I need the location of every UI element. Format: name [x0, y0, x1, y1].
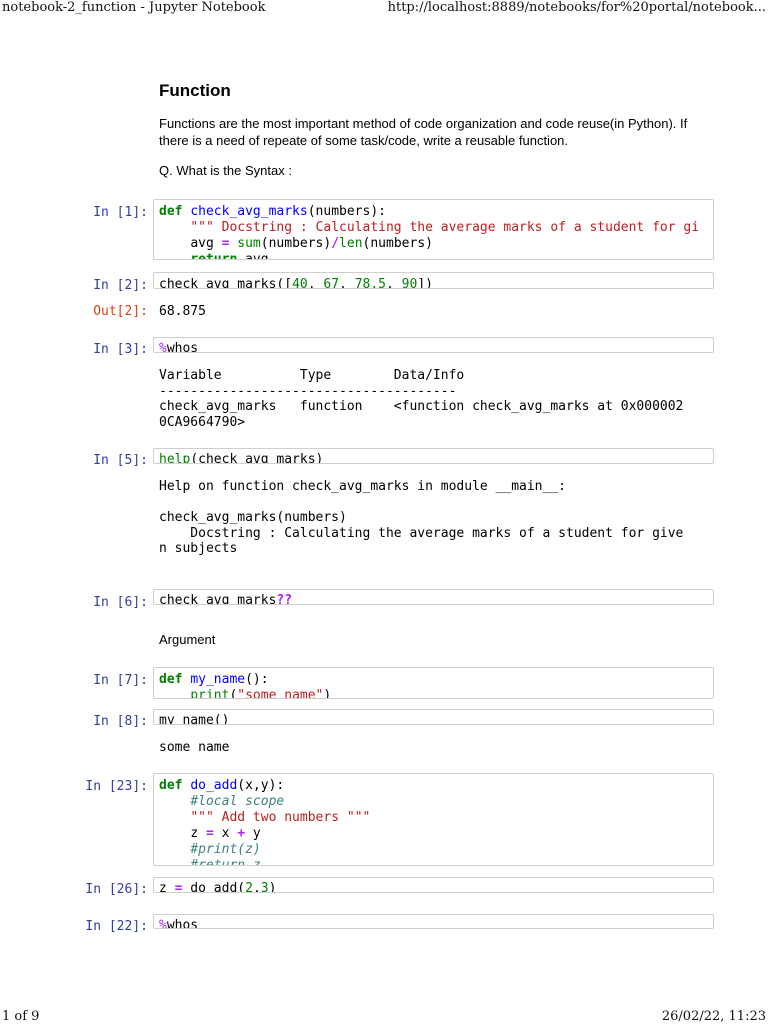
code-cell[interactable]: def check_avg_marks(numbers): """ Docstr… [153, 199, 714, 260]
input-prompt: In [5]: [93, 453, 148, 468]
code-editor[interactable]: z = do_add(2,3) [154, 878, 713, 892]
input-prompt: In [1]: [93, 205, 148, 220]
code-editor[interactable]: def my_name(): print("some name") [154, 668, 713, 698]
input-prompt: In [6]: [93, 595, 148, 610]
print-footer-datetime: 26/02/22, 11:23 [661, 1009, 766, 1024]
code-editor[interactable]: my_name() [154, 710, 713, 724]
code-editor[interactable]: def check_avg_marks(numbers): """ Docstr… [154, 200, 713, 259]
print-header-url: http://localhost:8889/notebooks/for%20po… [387, 0, 766, 15]
argument-heading: Argument [159, 632, 216, 647]
code-editor[interactable]: %whos [154, 915, 713, 928]
syntax-question: Q. What is the Syntax : [159, 163, 292, 178]
code-cell[interactable]: def do_add(x,y): #local scope """ Add tw… [153, 773, 714, 866]
code-editor[interactable]: help(check_avg_marks) [154, 449, 713, 463]
code-editor[interactable]: check_avg_marks([40, 67, 78.5, 90]) [154, 273, 713, 288]
code-editor[interactable]: check_avg_marks?? [154, 590, 713, 604]
cell-output: some name [159, 740, 230, 755]
input-prompt: In [22]: [85, 919, 148, 934]
code-cell[interactable]: help(check_avg_marks) [153, 448, 714, 464]
input-prompt: In [3]: [93, 342, 148, 357]
cell-output: 68.875 [159, 304, 206, 319]
intro-desc-line2: there is a need of repeate of some task/… [159, 133, 569, 148]
code-editor[interactable]: def do_add(x,y): #local scope """ Add tw… [154, 774, 713, 865]
print-header-title: notebook-2_function - Jupyter Notebook [2, 0, 266, 15]
code-cell[interactable]: z = do_add(2,3) [153, 877, 714, 893]
code-cell[interactable]: check_avg_marks([40, 67, 78.5, 90]) [153, 272, 714, 289]
input-prompt: In [8]: [93, 714, 148, 729]
code-cell[interactable]: %whos [153, 337, 714, 353]
print-footer-page: 1 of 9 [2, 1009, 40, 1024]
code-cell[interactable]: def my_name(): print("some name") [153, 667, 714, 699]
input-prompt: In [2]: [93, 278, 148, 293]
section-title: Function [159, 81, 231, 100]
input-prompt: In [26]: [85, 882, 148, 897]
code-editor[interactable]: %whos [154, 338, 713, 352]
code-cell[interactable]: check_avg_marks?? [153, 589, 714, 605]
intro-desc-line1: Functions are the most important method … [159, 116, 688, 131]
input-prompt: In [23]: [85, 779, 148, 794]
code-cell[interactable]: my_name() [153, 709, 714, 725]
input-prompt: In [7]: [93, 673, 148, 688]
output-prompt: Out[2]: [93, 304, 148, 319]
code-cell[interactable]: %whos [153, 914, 714, 929]
